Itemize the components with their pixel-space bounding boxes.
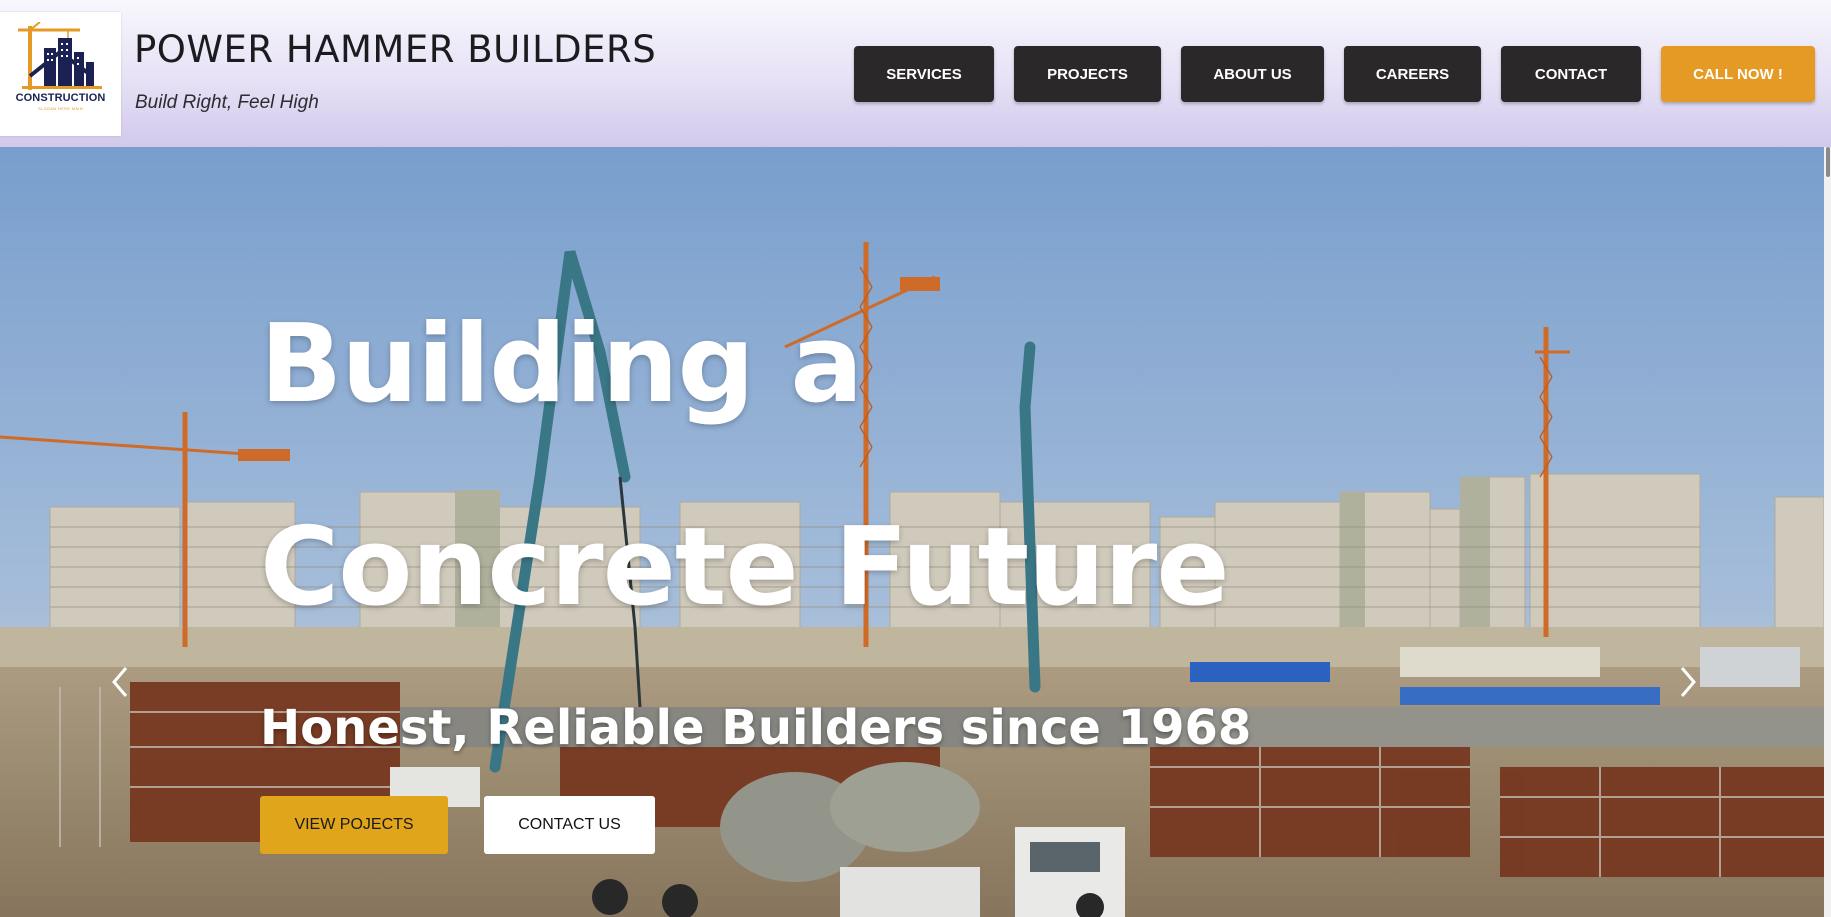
hero-slider: Building a Concrete Future Honest, Relia…: [0, 147, 1824, 917]
nav-projects-button[interactable]: PROJECTS: [1014, 46, 1161, 102]
view-projects-button[interactable]: VIEW POJECTS: [260, 796, 448, 854]
chevron-left-icon: [112, 667, 128, 697]
crane-building-logo-icon: [18, 22, 102, 90]
scrollbar-thumb[interactable]: [1826, 147, 1830, 177]
hero-heading-line-2: Concrete Future: [260, 505, 1230, 630]
nav-services-button[interactable]: SERVICES: [854, 46, 994, 102]
chevron-right-icon: [1680, 667, 1696, 697]
hero-heading-line-1: Building a: [260, 302, 863, 427]
site-header: CONSTRUCTION SLOGAN HERE MAIN POWER HAMM…: [0, 0, 1831, 147]
logo-wordmark: CONSTRUCTION: [15, 92, 106, 104]
hero-subheading: Honest, Reliable Builders since 1968: [260, 700, 1252, 756]
call-now-button[interactable]: CALL NOW !: [1661, 46, 1815, 102]
contact-us-button[interactable]: CONTACT US: [484, 796, 655, 854]
site-tagline: Build Right, Feel High: [135, 92, 319, 113]
nav-careers-button[interactable]: CAREERS: [1344, 46, 1481, 102]
page-scrollbar[interactable]: [1824, 147, 1831, 917]
slider-next-button[interactable]: [1668, 657, 1708, 707]
nav-about-button[interactable]: ABOUT US: [1181, 46, 1324, 102]
logo-tagline: SLOGAN HERE MAIN: [38, 106, 83, 111]
company-logo[interactable]: CONSTRUCTION SLOGAN HERE MAIN: [0, 12, 121, 136]
nav-contact-button[interactable]: CONTACT: [1501, 46, 1641, 102]
slider-prev-button[interactable]: [100, 657, 140, 707]
site-title[interactable]: POWER HAMMER BUILDERS: [134, 28, 656, 71]
